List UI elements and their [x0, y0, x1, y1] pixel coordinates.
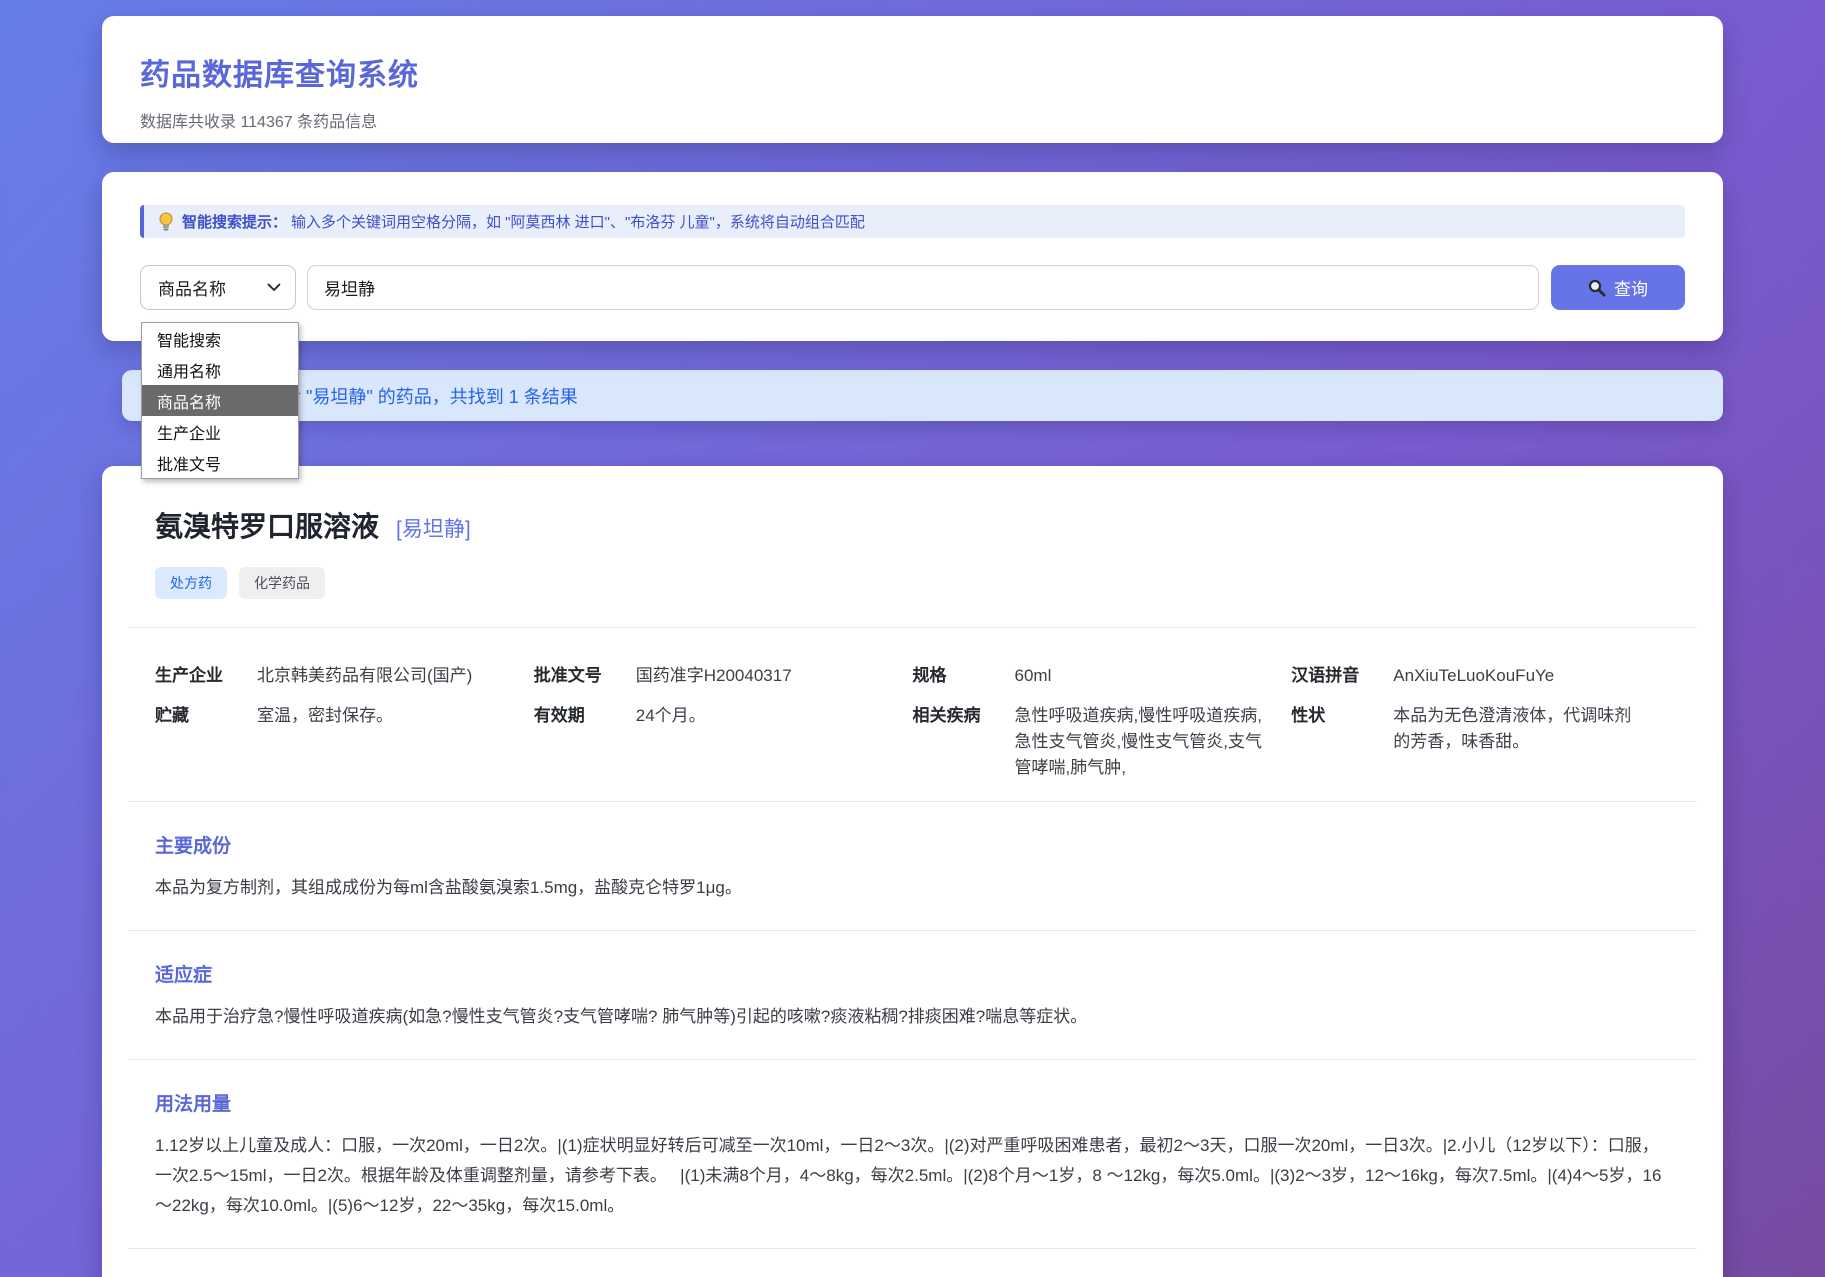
- info-value: AnXiuTeLuoKouFuYe: [1393, 663, 1554, 689]
- info-label: 批准文号: [534, 663, 636, 689]
- search-field-select[interactable]: 商品名称 智能搜索 通用名称 商品名称 生产企业 批准文号: [140, 265, 296, 310]
- drug-name: 氨溴特罗口服溶液: [155, 505, 379, 545]
- info-label: 规格: [913, 663, 1015, 689]
- info-specification: 规格 60ml: [913, 663, 1292, 689]
- results-bar: 商品名称 中包含 "易坦静" 的药品，共找到 1 条结果: [122, 370, 1723, 421]
- lightbulb-icon: [158, 212, 174, 232]
- info-value: 北京韩美药品有限公司(国产): [257, 663, 472, 689]
- drug-detail-card: 氨溴特罗口服溶液 [易坦静] 处方药 化学药品 生产企业 北京韩美药品有限公司(…: [102, 466, 1723, 1277]
- info-storage: 贮藏 室温，密封保存。: [155, 703, 534, 781]
- prescription-badge: 处方药: [155, 567, 227, 599]
- search-button[interactable]: 查询: [1551, 265, 1685, 310]
- dropdown-option-approval-number[interactable]: 批准文号: [142, 447, 298, 478]
- dropdown-option-smart-search[interactable]: 智能搜索: [142, 323, 298, 354]
- info-value: 60ml: [1015, 663, 1052, 689]
- section-body: 1.12岁以上儿童及成人：口服，一次20ml，一日2次。|(1)症状明显好转后可…: [155, 1131, 1670, 1221]
- search-field-selected-value: 商品名称: [158, 275, 226, 300]
- tip-text: 输入多个关键词用空格分隔，如 "阿莫西林 进口"、"布洛芬 儿童"，系统将自动组…: [291, 211, 865, 232]
- section-title: 主要成份: [155, 831, 1670, 858]
- section-body: 本品用于治疗急?慢性呼吸道疾病(如急?慢性支气管炎?支气管哮喘? 肺气肿等)引起…: [155, 1002, 1670, 1032]
- info-related-diseases: 相关疾病 急性呼吸道疾病,慢性呼吸道疾病,急性支气管炎,慢性支气管炎,支气管哮喘…: [913, 703, 1292, 781]
- info-label: 性状: [1291, 703, 1393, 781]
- header-card: 药品数据库查询系统 数据库共收录 114367 条药品信息: [102, 16, 1723, 143]
- info-label: 汉语拼音: [1291, 663, 1393, 689]
- info-label: 贮藏: [155, 703, 257, 781]
- section-dosage: 用法用量 1.12岁以上儿童及成人：口服，一次20ml，一日2次。|(1)症状明…: [155, 1060, 1670, 1248]
- magnifier-icon: [1588, 279, 1606, 297]
- search-row: 商品名称 智能搜索 通用名称 商品名称 生产企业 批准文号: [140, 265, 1685, 310]
- section-title: 适应症: [155, 960, 1670, 987]
- drug-brand-name: [易坦静]: [396, 513, 471, 543]
- drug-title-row: 氨溴特罗口服溶液 [易坦静]: [155, 505, 1670, 545]
- info-value: 24个月。: [636, 703, 706, 781]
- section-adverse-reactions: 不良反应 1.精神神经系统：偶见头痛手颤嗜睡不安头晕失眠四肢麻木等。|2.循环系…: [155, 1249, 1670, 1277]
- info-appearance: 性状 本品为无色澄清液体，代调味剂的芳香，味香甜。: [1291, 703, 1670, 781]
- info-value: 国药准字H20040317: [636, 663, 792, 689]
- database-count-subtitle: 数据库共收录 114367 条药品信息: [140, 108, 1685, 132]
- info-shelf-life: 有效期 24个月。: [534, 703, 913, 781]
- dropdown-option-product-name[interactable]: 商品名称: [142, 385, 298, 416]
- dropdown-option-manufacturer[interactable]: 生产企业: [142, 416, 298, 447]
- badge-row: 处方药 化学药品: [155, 567, 1670, 599]
- info-value: 室温，密封保存。: [257, 703, 393, 781]
- chevron-down-icon: [267, 283, 281, 292]
- page-container: 药品数据库查询系统 数据库共收录 114367 条药品信息 智能搜索提示： 输入…: [102, 16, 1723, 1277]
- smart-search-tip-bar: 智能搜索提示： 输入多个关键词用空格分隔，如 "阿莫西林 进口"、"布洛芬 儿童…: [140, 205, 1685, 238]
- drug-info-grid: 生产企业 北京韩美药品有限公司(国产) 批准文号 国药准字H20040317 规…: [155, 628, 1670, 801]
- info-label: 生产企业: [155, 663, 257, 689]
- section-body: 本品为复方制剂，其组成成份为每ml含盐酸氨溴索1.5mg，盐酸克仑特罗1μg。: [155, 873, 1670, 903]
- page-title: 药品数据库查询系统: [140, 50, 1685, 94]
- info-value: 急性呼吸道疾病,慢性呼吸道疾病,急性支气管炎,慢性支气管炎,支气管哮喘,肺气肿,: [1015, 703, 1270, 781]
- section-main-ingredients: 主要成份 本品为复方制剂，其组成成份为每ml含盐酸氨溴索1.5mg，盐酸克仑特罗…: [155, 802, 1670, 930]
- info-pinyin: 汉语拼音 AnXiuTeLuoKouFuYe: [1291, 663, 1670, 689]
- search-card: 智能搜索提示： 输入多个关键词用空格分隔，如 "阿莫西林 进口"、"布洛芬 儿童…: [102, 172, 1723, 341]
- info-label: 有效期: [534, 703, 636, 781]
- info-label: 相关疾病: [913, 703, 1015, 781]
- info-approval-number: 批准文号 国药准字H20040317: [534, 663, 913, 689]
- dropdown-option-generic-name[interactable]: 通用名称: [142, 354, 298, 385]
- section-indications: 适应症 本品用于治疗急?慢性呼吸道疾病(如急?慢性支气管炎?支气管哮喘? 肺气肿…: [155, 931, 1670, 1059]
- search-input[interactable]: [307, 265, 1539, 310]
- section-title: 用法用量: [155, 1089, 1670, 1116]
- search-field-dropdown: 智能搜索 通用名称 商品名称 生产企业 批准文号: [141, 322, 299, 479]
- info-value: 本品为无色澄清液体，代调味剂的芳香，味香甜。: [1393, 703, 1648, 781]
- info-manufacturer: 生产企业 北京韩美药品有限公司(国产): [155, 663, 534, 689]
- search-button-label: 查询: [1614, 275, 1648, 300]
- tip-label: 智能搜索提示：: [182, 211, 287, 232]
- chemical-drug-badge: 化学药品: [239, 567, 325, 599]
